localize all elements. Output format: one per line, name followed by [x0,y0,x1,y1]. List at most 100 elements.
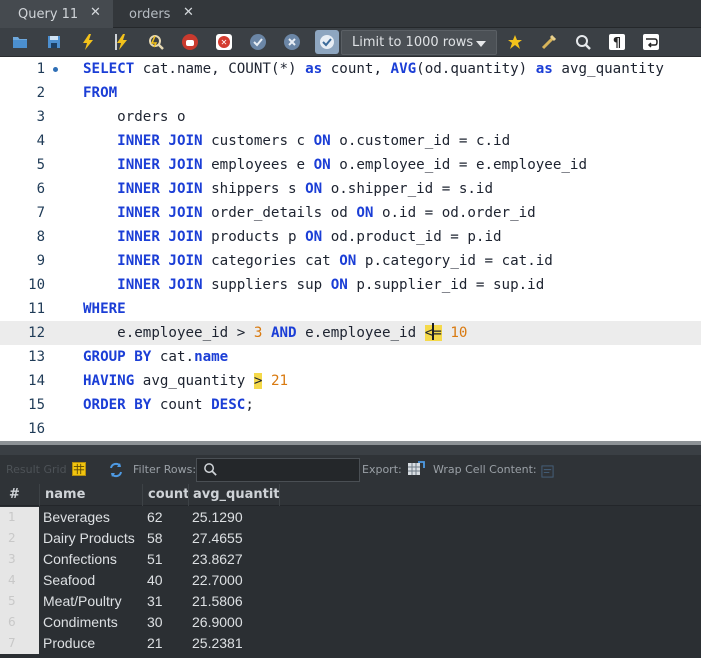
close-icon[interactable]: ✕ [183,5,194,20]
code-text: SELECT cat.name, COUNT(*) as count, AVG(… [83,61,664,77]
cell-count[interactable]: 62 [147,509,163,525]
table-row[interactable]: 7 Produce 21 25.2381 [0,633,701,654]
autocommit-icon[interactable] [315,30,339,54]
export-icon[interactable] [407,460,425,482]
cell-avg-quantity[interactable]: 26.9000 [192,614,243,630]
statement-marker-icon [53,67,58,72]
cell-name[interactable]: Beverages [43,509,110,525]
tab-orders[interactable]: orders ✕ [113,0,213,28]
open-folder-icon[interactable] [10,32,30,52]
cell-name[interactable]: Seafood [43,572,95,588]
code-line: 5 INNER JOIN employees e ON o.employee_i… [0,153,701,177]
execute-icon[interactable] [78,32,98,52]
wrap-lines-icon[interactable] [641,32,661,52]
line-number: 6 [36,181,45,197]
cell-name[interactable]: Meat/Poultry [43,593,122,609]
column-divider[interactable] [279,484,280,506]
cell-avg-quantity[interactable]: 23.8627 [192,551,243,567]
cell-count[interactable]: 21 [147,635,163,651]
code-line: 3 orders o [0,105,701,129]
code-line-current: 12 e.employee_id > 3 AND e.employee_id <… [0,321,701,345]
column-header-name[interactable]: name [45,487,85,502]
svg-text:¶: ¶ [613,36,621,51]
execute-current-icon[interactable] [112,32,132,52]
refresh-icon[interactable] [108,462,124,482]
explain-icon[interactable] [146,32,166,52]
cell-avg-quantity[interactable]: 25.1290 [192,509,243,525]
code-text: INNER JOIN products p ON od.product_id =… [117,229,502,245]
line-number: 9 [36,253,45,269]
save-icon[interactable] [44,32,64,52]
cell-count[interactable]: 40 [147,572,163,588]
table-row[interactable]: 3 Confections 51 23.8627 [0,549,701,570]
line-number: 5 [36,157,45,173]
table-row[interactable]: 1 Beverages 62 25.1290 [0,507,701,528]
tab-query-11[interactable]: Query 11 ✕ [0,0,113,28]
row-number: 2 [8,531,16,545]
grid-view-icon[interactable] [72,462,86,476]
beautify-icon[interactable] [539,32,559,52]
rollback-icon[interactable] [282,32,302,52]
filter-rows-input[interactable] [196,458,360,482]
result-grid-label: Result Grid [6,463,67,476]
commit-icon[interactable] [248,32,268,52]
code-line: 15 ORDER BY count DESC; [0,393,701,417]
column-header-avg-quantity[interactable]: avg_quantity [193,487,279,502]
cell-name[interactable]: Produce [43,635,95,651]
cell-avg-quantity[interactable]: 22.7000 [192,572,243,588]
column-header-count[interactable]: count [148,487,189,502]
cell-count[interactable]: 30 [147,614,163,630]
cell-count[interactable]: 51 [147,551,163,567]
table-row[interactable]: 2 Dairy Products 58 27.4655 [0,528,701,549]
tab-bar: Query 11 ✕ orders ✕ [0,0,701,28]
cell-count[interactable]: 58 [147,530,163,546]
grid-header: # name count avg_quantity [0,484,701,506]
row-number: 4 [8,573,16,587]
export-label: Export: [362,463,402,476]
stop-icon[interactable] [180,32,200,52]
toggle-continue-icon[interactable]: ✕ [214,32,234,52]
code-text: e.employee_id > 3 AND e.employee_id <= 1… [83,323,468,341]
results-toolbar: Result Grid Filter Rows: Export: Wrap Ce… [0,455,701,484]
line-number: 11 [28,301,45,317]
result-grid[interactable]: # name count avg_quantity 1 Beverages 62… [0,484,701,658]
table-row[interactable]: 5 Meat/Poultry 31 21.5806 [0,591,701,612]
row-number: 6 [8,615,16,629]
add-snippet-icon[interactable] [505,32,525,52]
find-icon[interactable] [573,32,593,52]
code-text: INNER JOIN categories cat ON p.category_… [117,253,553,269]
cell-avg-quantity[interactable]: 25.2381 [192,635,243,651]
wrap-cell-icon[interactable] [541,463,554,482]
sql-editor[interactable]: 1 SELECT cat.name, COUNT(*) as count, AV… [0,57,701,441]
panel-splitter[interactable] [0,441,701,455]
line-number: 2 [36,85,45,101]
cell-avg-quantity[interactable]: 21.5806 [192,593,243,609]
close-icon[interactable]: ✕ [90,5,101,20]
invisible-chars-icon[interactable]: ¶ [607,32,627,52]
row-number: 7 [8,636,16,650]
table-row[interactable]: 4 Seafood 40 22.7000 [0,570,701,591]
column-divider[interactable] [188,484,189,506]
cell-name[interactable]: Condiments [43,614,118,630]
code-text: INNER JOIN order_details od ON o.id = od… [117,205,536,221]
table-row[interactable]: 6 Condiments 30 26.9000 [0,612,701,633]
sql-toolbar: ✕ Limit to 1000 rows ¶ [0,28,701,57]
column-divider[interactable] [142,484,143,506]
code-line: 6 INNER JOIN shippers s ON o.shipper_id … [0,177,701,201]
code-line: 7 INNER JOIN order_details od ON o.id = … [0,201,701,225]
cell-name[interactable]: Dairy Products [43,530,135,546]
line-number: 15 [28,397,45,413]
column-header-rownum[interactable]: # [9,487,20,502]
limit-rows-select[interactable]: Limit to 1000 rows [341,30,497,55]
code-line: 13 GROUP BY cat.name [0,345,701,369]
tab-label: Query 11 [18,6,79,22]
cell-name[interactable]: Confections [43,551,117,567]
line-number: 12 [28,325,45,341]
search-icon [203,462,218,481]
column-divider[interactable] [39,484,40,506]
code-line: 2 FROM [0,81,701,105]
cell-count[interactable]: 31 [147,593,163,609]
row-number: 5 [8,594,16,608]
cell-avg-quantity[interactable]: 27.4655 [192,530,243,546]
code-text: INNER JOIN shippers s ON o.shipper_id = … [117,181,494,197]
